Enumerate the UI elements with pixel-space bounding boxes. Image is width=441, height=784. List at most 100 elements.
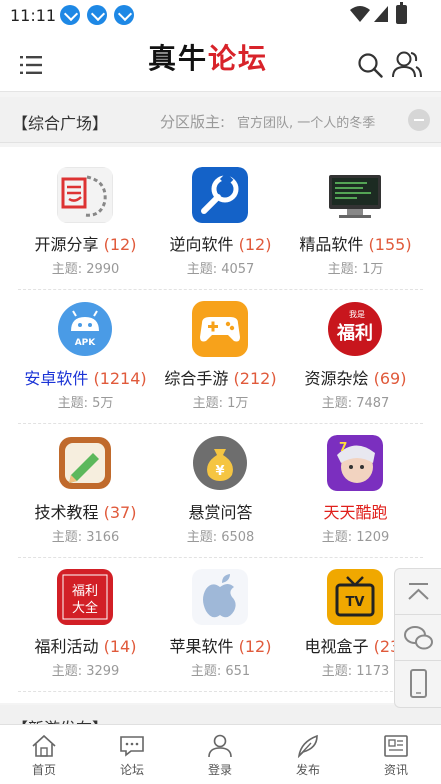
apk-android-icon: APK <box>58 302 112 356</box>
forum-item-kaiyuan[interactable]: 开源分享 (12) 主题: 2990 <box>18 147 153 281</box>
tab-label: 论坛 <box>119 763 144 777</box>
yen-symbol: ¥ <box>215 464 224 479</box>
forum-name: 悬赏问答 <box>188 503 253 522</box>
forum-item-shouyou[interactable]: 综合手游 (212) 主题: 1万 <box>153 281 288 415</box>
tab-label: 登录 <box>207 763 232 777</box>
forum-topics: 主题: 651 <box>190 664 251 679</box>
logo-text-main: 真牛 <box>148 42 209 75</box>
forum-item-fuli[interactable]: 福利 大全 福利活动 (14) 主题: 3299 <box>18 549 153 683</box>
collapse-icon[interactable] <box>408 109 430 131</box>
forum-topics: 主题: 1万 <box>192 396 249 411</box>
forum-topics: 主题: 1209 <box>321 530 390 545</box>
fuli-daquan-icon: 福利 大全 <box>57 569 113 625</box>
tab-news[interactable]: 资讯 <box>352 725 440 784</box>
floating-toolbar <box>394 568 441 708</box>
moderators-label: 分区版主: <box>160 113 226 131</box>
forum-item-jingpin[interactable]: 精品软件 (155) 主题: 1万 <box>288 147 423 281</box>
feather-icon <box>297 734 318 758</box>
monitor-icon <box>327 167 383 223</box>
tab-label: 发布 <box>295 763 320 777</box>
forum-name: 开源分享 <box>34 235 99 254</box>
wifi-icon <box>350 6 370 22</box>
fuli-seal-icon: 我是 福利 <box>328 302 382 356</box>
download-notification-icon <box>114 5 134 25</box>
signal-icon <box>374 6 388 22</box>
forum-count: (1214) <box>93 369 147 388</box>
forum-item-jiaocheng[interactable]: 技术教程 (37) 主题: 3166 <box>18 415 153 549</box>
back-to-top-button[interactable] <box>395 569 441 615</box>
wechat-button[interactable] <box>395 615 441 661</box>
forum-name: 技术教程 <box>34 503 99 522</box>
forum-grid: 开源分享 (12) 主题: 2990 逆向软件 (12) 主题: 4057 精品… <box>0 147 441 703</box>
seal-small-text: 我是 <box>349 309 365 319</box>
status-time: 11:11 <box>10 6 57 25</box>
search-icon[interactable] <box>357 52 383 78</box>
forum-count: (12) <box>238 235 272 254</box>
bottom-nav: 首页 论坛 登录 发布 资讯 <box>0 724 441 784</box>
tab-label: 资讯 <box>383 763 408 777</box>
forum-name: 资源杂烩 <box>304 369 369 388</box>
forum-count: (14) <box>103 637 137 656</box>
wechat-icon <box>404 626 433 650</box>
section-title: 【综合广场】 <box>12 114 109 133</box>
forum-name: 精品软件 <box>299 235 364 254</box>
forum-topics: 主题: 6508 <box>186 530 255 545</box>
forum-item-anzhuo[interactable]: APK 安卓软件 (1214) 主题: 5万 <box>18 281 153 415</box>
forum-item-kupao[interactable]: 7 天天酷跑 主题: 1209 <box>288 415 423 549</box>
tab-forum[interactable]: 论坛 <box>88 725 176 784</box>
site-logo[interactable]: 真牛论坛 <box>148 37 298 75</box>
home-icon <box>32 734 56 757</box>
forum-topics: 主题: 2990 <box>51 262 120 277</box>
user-group-icon[interactable] <box>392 50 422 78</box>
download-notification-icon <box>87 5 107 25</box>
tab-publish[interactable]: 发布 <box>264 725 352 784</box>
forum-count: (37) <box>103 503 137 522</box>
menu-icon[interactable] <box>20 56 42 74</box>
game-character-icon: 7 <box>327 435 383 491</box>
back-to-top-icon <box>408 583 429 600</box>
forum-name: 安卓软件 <box>24 369 89 388</box>
login-user-icon <box>208 734 232 758</box>
tv-box-icon: TV <box>327 569 383 625</box>
forum-topics: 主题: 1万 <box>327 262 384 277</box>
forum-topics: 主题: 7487 <box>321 396 390 411</box>
apk-label: APK <box>75 338 97 348</box>
forum-topics: 主题: 4057 <box>186 262 255 277</box>
forum-name: 逆向软件 <box>169 235 234 254</box>
mobile-button[interactable] <box>395 661 441 707</box>
logo-text-accent: 论坛 <box>208 42 269 75</box>
moderators-list[interactable]: 官方团队, 一个人的冬季 <box>237 112 375 131</box>
section-header: 【综合广场】 分区版主: 官方团队, 一个人的冬季 <box>0 97 441 143</box>
battery-icon <box>396 2 407 24</box>
forum-count: (155) <box>368 235 412 254</box>
notepad-pencil-icon <box>59 437 111 489</box>
forum-item-nixiang[interactable]: 逆向软件 (12) 主题: 4057 <box>153 147 288 281</box>
game-number: 7 <box>339 440 347 454</box>
forum-topics: 主题: 5万 <box>57 396 114 411</box>
forum-topics: 主题: 3299 <box>51 664 120 679</box>
status-bar: 11:11 <box>0 0 441 30</box>
apple-icon <box>192 569 248 625</box>
next-section-header: 【新游发布】 <box>0 705 441 725</box>
yi-logo-icon <box>57 167 113 223</box>
tab-home[interactable]: 首页 <box>0 725 88 784</box>
forum-item-xuanshang[interactable]: ¥ 悬赏问答 主题: 6508 <box>153 415 288 549</box>
row-divider <box>18 691 423 692</box>
download-notification-icon <box>60 5 80 25</box>
forum-count: (212) <box>233 369 277 388</box>
forum-item-zahui[interactable]: 我是 福利 资源杂烩 (69) 主题: 7487 <box>288 281 423 415</box>
forum-item-pingguo[interactable]: 苹果软件 (12) 主题: 651 <box>153 549 288 683</box>
forum-name: 综合手游 <box>164 369 229 388</box>
tab-label: 首页 <box>31 763 56 777</box>
fuli-text-bottom: 大全 <box>72 600 98 616</box>
news-icon <box>384 735 408 757</box>
forum-name: 苹果软件 <box>169 637 234 656</box>
tv-label: TV <box>346 595 365 610</box>
forum-icon <box>120 736 144 757</box>
seal-main-text: 福利 <box>336 322 373 344</box>
forum-count: (12) <box>103 235 137 254</box>
forum-name: 天天酷跑 <box>323 503 388 522</box>
wrench-icon <box>192 167 248 223</box>
forum-name: 电视盒子 <box>304 637 369 656</box>
tab-login[interactable]: 登录 <box>176 725 264 784</box>
